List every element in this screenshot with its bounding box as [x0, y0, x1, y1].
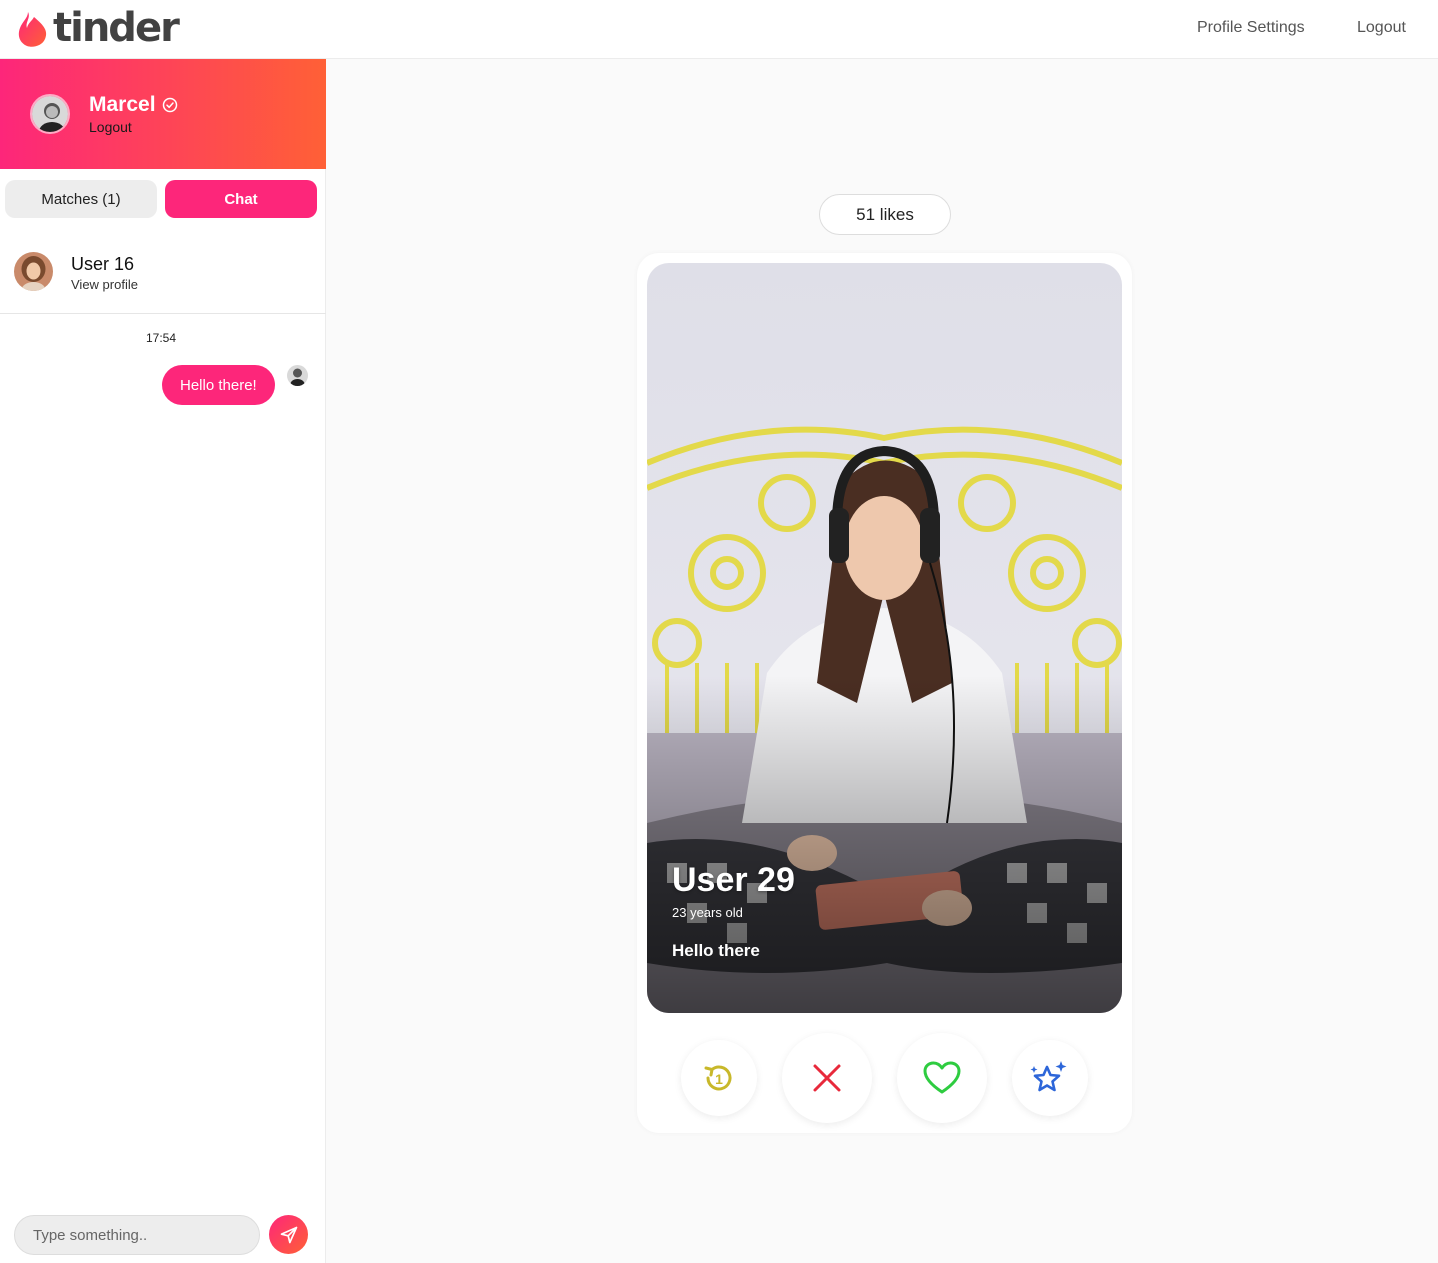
nav-profile-settings[interactable]: Profile Settings	[1197, 19, 1305, 37]
card-age: 23 years old	[672, 905, 743, 920]
send-button[interactable]	[269, 1215, 308, 1254]
super-like-button[interactable]	[1012, 1040, 1088, 1116]
logo-text: tinder	[53, 5, 180, 51]
likes-count-badge: 51 likes	[819, 194, 951, 235]
message-input[interactable]	[14, 1215, 260, 1255]
contact-name: User 16	[71, 254, 135, 274]
send-icon	[280, 1226, 297, 1243]
verified-icon	[162, 97, 178, 113]
profile-header: Marcel Logout	[0, 59, 326, 169]
chat-contact-header[interactable]: User 16 View profile	[0, 242, 326, 314]
profile-logout-link[interactable]: Logout	[89, 119, 132, 135]
nav-logout[interactable]: Logout	[1357, 19, 1406, 37]
sender-avatar	[287, 365, 308, 386]
card-bio: Hello there	[672, 941, 760, 960]
top-bar: tinder Profile Settings Logout	[0, 0, 1438, 59]
message-timestamp: 17:54	[145, 331, 177, 345]
view-profile-link[interactable]: View profile	[71, 277, 138, 292]
close-icon	[813, 1064, 841, 1092]
svg-text:1: 1	[715, 1071, 723, 1087]
rewind-button[interactable]: 1	[681, 1040, 757, 1116]
flame-icon	[18, 12, 47, 47]
tab-chat[interactable]: Chat	[165, 180, 317, 218]
contact-avatar	[14, 252, 53, 291]
nope-button[interactable]	[782, 1033, 872, 1123]
like-button[interactable]	[897, 1033, 987, 1123]
profile-avatar[interactable]	[30, 94, 70, 134]
card-name: User 29	[672, 861, 795, 899]
tab-matches[interactable]: Matches (1)	[5, 180, 157, 218]
profile-name: Marcel	[89, 93, 156, 116]
sidebar: Marcel Logout Matches (1) Chat User 16 V…	[0, 59, 326, 1263]
heart-icon	[923, 1061, 961, 1094]
rewind-icon: 1	[704, 1065, 732, 1091]
star-sparkle-icon	[1030, 1061, 1067, 1092]
profile-photo	[647, 263, 1122, 1013]
tinder-logo[interactable]: tinder	[17, 5, 180, 51]
profile-card[interactable]: User 29 23 years old Hello there 1	[637, 253, 1132, 1133]
message-bubble: Hello there!	[162, 365, 275, 405]
